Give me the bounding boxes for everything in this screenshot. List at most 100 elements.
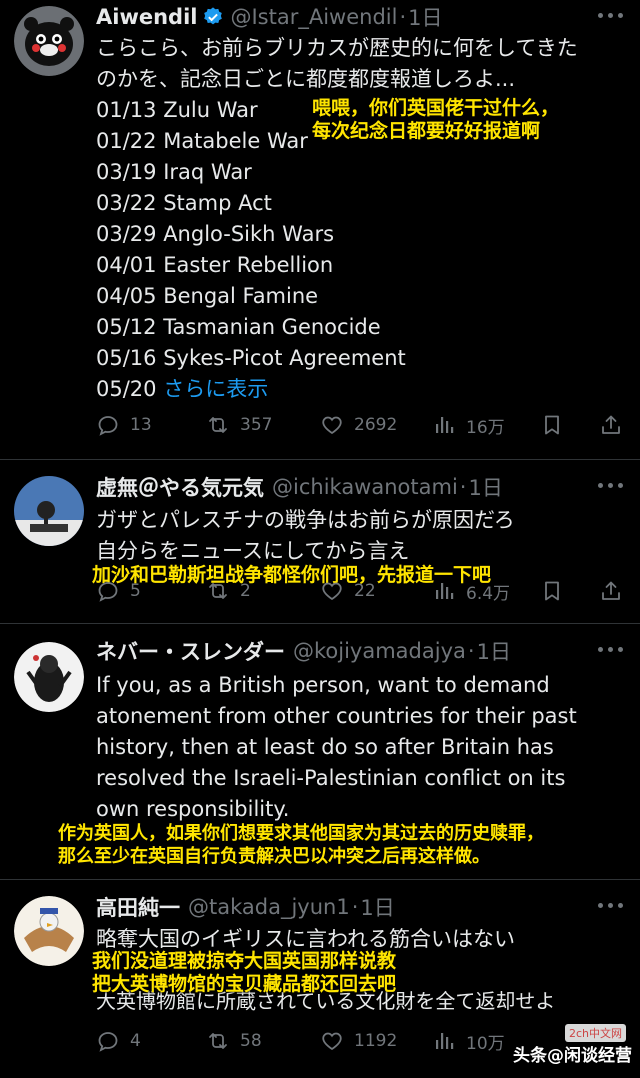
timestamp[interactable]: 1日 [468,472,502,502]
text-line: If you, as a British person, want to dem… [96,673,550,697]
tweet-text: If you, as a British person, want to dem… [96,670,626,825]
like-button[interactable]: 2692 [320,410,397,440]
watermark: 头条@闲谈经营 [513,1046,632,1066]
like-count: 1192 [354,1031,398,1051]
views-button[interactable]: 16万 [432,410,505,440]
share-button[interactable] [599,410,623,440]
bookmark-icon [540,579,564,603]
retweet-count: 58 [240,1031,262,1051]
avatar[interactable] [14,6,84,76]
retweet-count: 2 [240,581,251,601]
text-line: のかを、記念日ごとに都度都度報道しろよ... [96,67,516,91]
reply-icon [96,1029,120,1053]
reply-button[interactable]: 5 [96,576,141,606]
separator-dot: · [351,895,359,919]
text-line: atonement from other countries for their… [96,704,577,728]
retweet-button[interactable]: 357 [206,410,272,440]
reply-icon [96,413,120,437]
caption-line: 作为英国人，如果你们想要求其他国家为其过去的历史赎罪， [58,823,544,844]
views-button[interactable]: 10万 [432,1026,505,1056]
retweet-icon [206,1029,230,1053]
timestamp[interactable]: 1日 [360,892,394,922]
tweet-2[interactable]: 虚無＠やる気元気 @ichikawanotami · 1日 ガザとパレスチナの戦… [0,460,640,624]
bookmark-button[interactable] [540,576,564,606]
display-name[interactable]: Aiwendil [96,5,197,29]
retweet-button[interactable]: 2 [206,576,251,606]
reply-button[interactable]: 4 [96,1026,141,1056]
views-icon [432,1029,456,1053]
handle[interactable]: @takada_jyun1 [188,895,350,919]
views-count: 6.4万 [466,583,511,604]
views-icon [432,579,456,603]
text-line: 04/01 Easter Rebellion [96,253,334,277]
tweet-text: ガザとパレスチナの戦争はお前らが原因だろ 自分らをニュースにしてから言え [96,505,626,567]
share-button[interactable] [599,576,623,606]
caption-line: 把大英博物馆的宝贝藏品都还回去吧 [92,973,397,995]
like-icon [320,413,344,437]
views-button[interactable]: 6.4万 [432,576,510,606]
text-line: 04/05 Bengal Famine [96,284,319,308]
like-count: 2692 [354,415,398,435]
translation-caption: 喂喂，你们英国佬干过什么， 每次纪念日都要好好报道啊 [312,97,559,143]
tweet-text: こらこら、お前らブリカスが歴史的に何をしてきた のかを、記念日ごとに都度都度報道… [96,33,626,405]
text-fragment: 05/20 [96,377,164,401]
bookmark-icon [540,413,564,437]
avatar[interactable] [14,642,84,712]
like-count: 22 [354,581,376,601]
caption-line: 我们没道理被掠夺大国英国那样说教 [92,950,397,972]
tweet-3[interactable]: ネバー・スレンダー @kojiyamadajya · 1日 If you, as… [0,624,640,880]
retweet-icon [206,413,230,437]
avatar[interactable] [14,896,84,966]
text-line: 05/16 Sykes-Picot Agreement [96,346,406,370]
more-options-icon[interactable] [598,647,624,655]
reply-icon [96,579,120,603]
timestamp[interactable]: 1日 [477,636,511,666]
like-button[interactable]: 1192 [320,1026,397,1056]
retweet-count: 357 [240,415,273,435]
share-icon [599,579,623,603]
handle[interactable]: @kojiyamadajya [293,639,466,663]
display-name[interactable]: ネバー・スレンダー [96,636,285,666]
share-icon [599,413,623,437]
caption-line: 那么至少在英国自行负责解决巴以冲突之后再这样做。 [58,846,490,867]
views-count: 10万 [466,1033,505,1054]
show-more-link[interactable]: さらに表示 [163,377,268,401]
reply-count: 5 [130,581,141,601]
text-line: own responsibility. [96,797,290,821]
text-line: ガザとパレスチナの戦争はお前らが原因だろ [96,508,515,532]
watermark-badge: 2ch中文网 [564,1024,626,1042]
retweet-button[interactable]: 58 [206,1026,262,1056]
caption-line: 每次纪念日都要好好报道啊 [312,120,541,142]
tweet-1[interactable]: Aiwendil @Istar_Aiwendil · 1日 こらこら、お前らブリ… [0,0,640,460]
tweet-actions: 13 357 2692 16万 [96,410,626,440]
avatar[interactable] [14,476,84,546]
text-line: 03/19 Iraq War [96,160,252,184]
timestamp[interactable]: 1日 [408,2,442,32]
verified-badge-icon [204,7,223,25]
bookmark-button[interactable] [540,410,564,440]
like-icon [320,1029,344,1053]
separator-dot: · [459,475,467,499]
reply-count: 4 [130,1031,141,1051]
text-line: 05/12 Tasmanian Genocide [96,315,381,339]
more-options-icon[interactable] [598,13,624,21]
text-line: 03/22 Stamp Act [96,191,272,215]
separator-dot: · [399,5,407,29]
more-options-icon[interactable] [598,483,624,491]
caption-line: 喂喂，你们英国佬干过什么， [312,97,560,119]
display-name[interactable]: 虚無＠やる気元気 [96,472,264,502]
tweet-actions: 5 2 22 6.4万 [96,576,626,606]
like-button[interactable]: 22 [320,576,376,606]
translation-caption: 作为英国人，如果你们想要求其他国家为其过去的历史赎罪， 那么至少在英国自行负责解… [58,822,544,868]
separator-dot: · [467,639,475,663]
reply-button[interactable]: 13 [96,410,152,440]
more-options-icon[interactable] [598,903,624,911]
display-name[interactable]: 高田純一 [96,892,180,922]
handle[interactable]: @Istar_Aiwendil [230,5,397,29]
text-line: 03/29 Anglo-Sikh Wars [96,222,335,246]
text-line: こらこら、お前らブリカスが歴史的に何をしてきた [96,36,578,60]
like-icon [320,579,344,603]
retweet-icon [206,579,230,603]
text-line: resolved the Israeli-Palestinian conflic… [96,766,566,790]
handle[interactable]: @ichikawanotami [272,475,458,499]
